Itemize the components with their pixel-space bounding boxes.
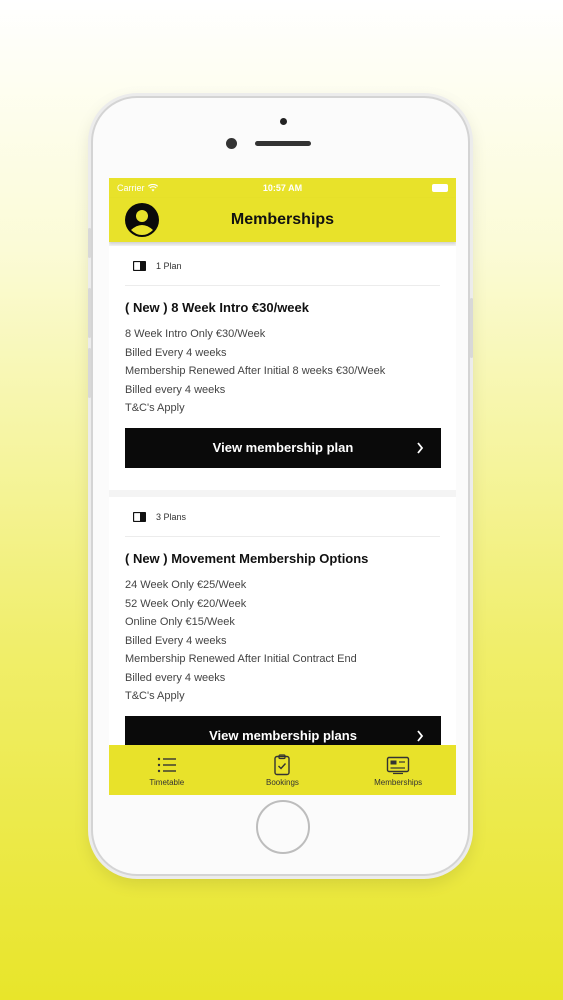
nav-bar: Memberships bbox=[109, 198, 456, 242]
power-button bbox=[470, 298, 473, 358]
membership-desc-line: Billed Every 4 weeks bbox=[125, 634, 227, 647]
chevron-right-icon bbox=[417, 729, 424, 742]
memberships-list[interactable]: 1 Plan ( New ) 8 Week Intro €30/week 8 W… bbox=[109, 242, 456, 745]
tab-timetable[interactable]: Timetable bbox=[117, 754, 217, 787]
membership-desc-line: 8 Week Intro Only €30/Week bbox=[125, 328, 266, 340]
tab-label: Timetable bbox=[149, 777, 185, 787]
profile-avatar-icon[interactable] bbox=[124, 202, 160, 238]
battery-icon bbox=[432, 184, 448, 192]
status-time: 10:57 AM bbox=[262, 183, 303, 193]
tab-bookings[interactable]: Bookings bbox=[232, 753, 332, 787]
plan-count-row: 3 Plans bbox=[125, 497, 440, 537]
membership-title: ( New ) 8 Week Intro €30/week bbox=[125, 300, 309, 315]
list-icon bbox=[157, 757, 176, 772]
mute-switch bbox=[88, 228, 91, 258]
status-bar: Carrier 10:57 AM bbox=[109, 178, 456, 198]
membership-card-icon bbox=[386, 756, 410, 774]
home-button[interactable] bbox=[256, 800, 310, 854]
tab-label: Memberships bbox=[374, 777, 423, 787]
volume-down-button bbox=[88, 348, 91, 398]
app-screen: Carrier 10:57 AM Memberships 1 Plan (Ne… bbox=[109, 178, 456, 795]
membership-desc-line: T&C's Apply bbox=[125, 402, 185, 414]
sensor-dot bbox=[280, 118, 287, 125]
page-title: Memberships bbox=[230, 211, 335, 228]
membership-desc-line: Membership Renewed After Initial Contrac… bbox=[125, 653, 357, 665]
view-membership-plans-button[interactable]: View membership plans bbox=[125, 715, 441, 745]
phone-frame: Carrier 10:57 AM Memberships 1 Plan (Ne… bbox=[88, 96, 473, 876]
plan-count: 3 Plans bbox=[156, 511, 187, 522]
membership-desc-line: 24 Week Only €25/Week bbox=[125, 579, 247, 591]
plan-count-row: 1 Plan bbox=[125, 246, 440, 286]
membership-desc-line: T&C's Apply bbox=[125, 690, 185, 702]
membership-desc-line: Billed every 4 weeks bbox=[125, 383, 226, 396]
membership-card-icon bbox=[133, 511, 146, 522]
chevron-right-icon bbox=[417, 441, 424, 454]
tab-memberships[interactable]: Memberships bbox=[348, 754, 448, 787]
membership-desc-line: Billed every 4 weeks bbox=[125, 671, 226, 684]
membership-card-icon bbox=[133, 260, 146, 271]
button-label: View membership plans bbox=[209, 728, 357, 743]
membership-title: ( New ) Movement Membership Options bbox=[125, 551, 369, 566]
membership-desc-line: Billed Every 4 weeks bbox=[125, 346, 227, 359]
earpiece-speaker bbox=[255, 141, 311, 146]
view-membership-plan-button[interactable]: View membership plan bbox=[125, 427, 441, 468]
membership-desc-line: Online Only €15/Week bbox=[125, 616, 235, 628]
membership-card: 1 Plan ( New ) 8 Week Intro €30/week 8 W… bbox=[109, 246, 456, 490]
clipboard-check-icon bbox=[274, 753, 291, 775]
membership-desc-line: Membership Renewed After Initial 8 weeks… bbox=[125, 365, 386, 377]
plan-count: 1 Plan bbox=[156, 260, 182, 271]
button-label: View membership plan bbox=[212, 440, 354, 455]
volume-up-button bbox=[88, 288, 91, 338]
tab-label: Bookings bbox=[266, 777, 299, 787]
membership-card: 3 Plans ( New ) Movement Membership Opti… bbox=[109, 497, 456, 745]
front-camera bbox=[226, 138, 237, 149]
membership-desc-line: 52 Week Only €20/Week bbox=[125, 597, 247, 610]
tab-bar: Timetable Bookings Memberships bbox=[109, 745, 456, 795]
